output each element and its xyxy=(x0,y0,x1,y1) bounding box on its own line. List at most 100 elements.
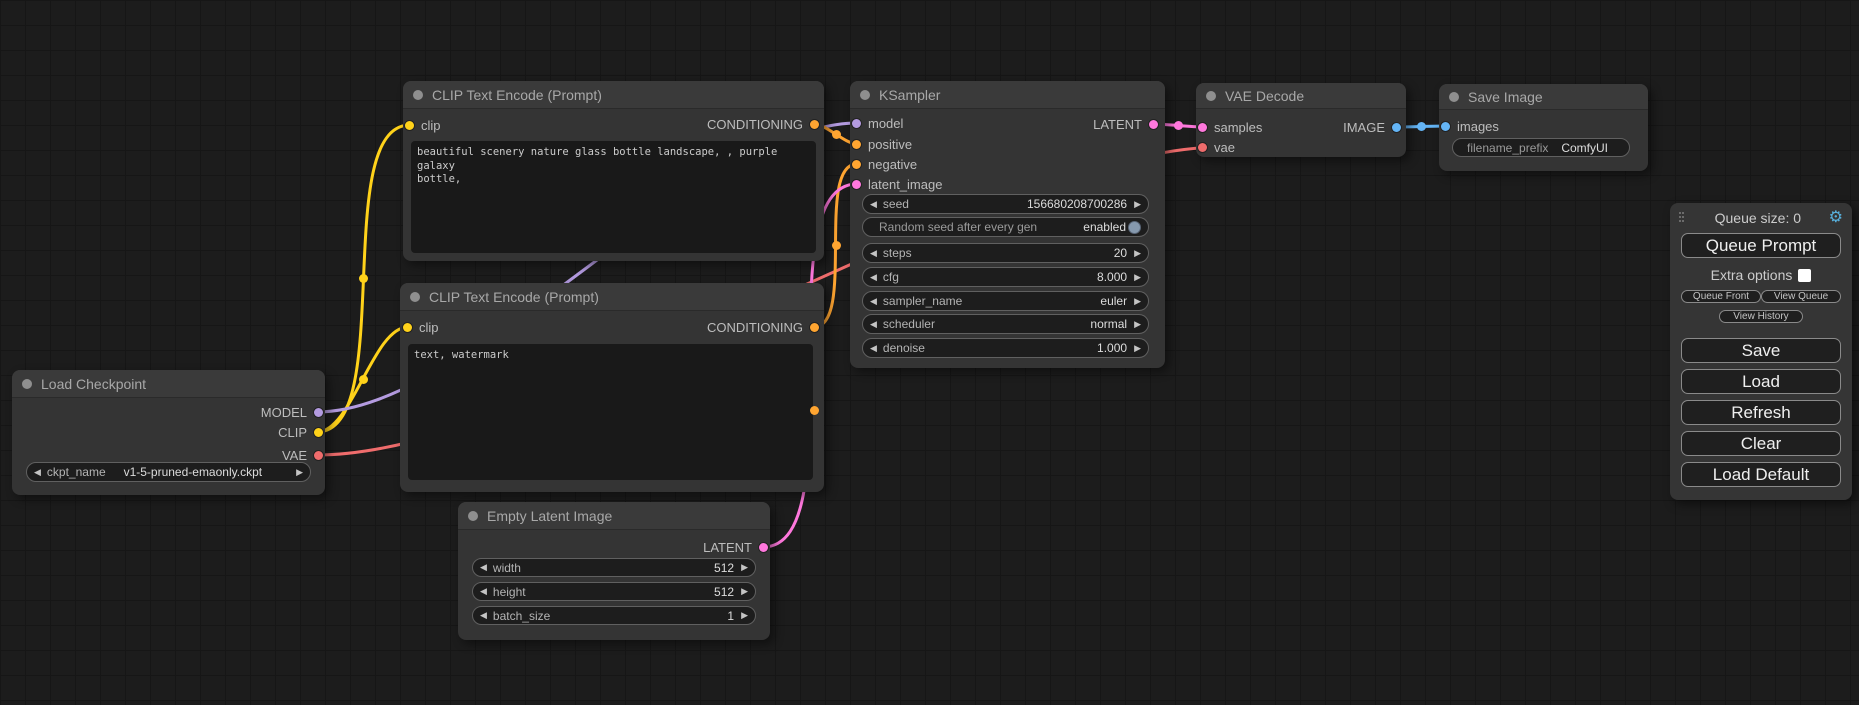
link-dot[interactable] xyxy=(1174,121,1183,130)
node-header[interactable]: CLIP Text Encode (Prompt) xyxy=(400,283,824,311)
refresh-button[interactable]: Refresh xyxy=(1681,400,1841,425)
view-queue-button[interactable]: View Queue xyxy=(1761,290,1841,303)
port-dot-conditioning[interactable] xyxy=(852,160,861,169)
load-default-button[interactable]: Load Default xyxy=(1681,462,1841,487)
node-vae-decode[interactable]: VAE Decode samples vae IMAGE xyxy=(1196,83,1406,157)
node-ksampler[interactable]: KSampler model positive negative latent_… xyxy=(850,81,1165,368)
port-dot-latent[interactable] xyxy=(1149,120,1158,129)
increment-icon[interactable]: ▶ xyxy=(1134,344,1141,353)
decrement-icon[interactable]: ◀ xyxy=(870,320,877,329)
drag-handle-icon[interactable] xyxy=(1679,212,1687,224)
collapse-dot-icon[interactable] xyxy=(1449,92,1459,102)
node-header[interactable]: VAE Decode xyxy=(1196,83,1406,109)
sampler-name-widget[interactable]: ◀ sampler_name euler ▶ xyxy=(862,291,1149,311)
output-port-conditioning[interactable]: CONDITIONING xyxy=(707,116,819,132)
node-clip-text-encode-negative[interactable]: CLIP Text Encode (Prompt) clip CONDITION… xyxy=(400,283,824,492)
view-history-button[interactable]: View History xyxy=(1719,310,1803,323)
node-empty-latent-image[interactable]: Empty Latent Image LATENT ◀ width 512 ▶ … xyxy=(458,502,770,640)
node-header[interactable]: Load Checkpoint xyxy=(12,370,325,398)
queue-prompt-button[interactable]: Queue Prompt xyxy=(1681,233,1841,258)
input-port-clip[interactable]: clip xyxy=(403,319,439,335)
increment-icon[interactable]: ▶ xyxy=(1134,297,1141,306)
port-dot-latent[interactable] xyxy=(759,543,768,552)
width-widget[interactable]: ◀ width 512 ▶ xyxy=(472,558,756,577)
input-port-model[interactable]: model xyxy=(852,115,903,131)
positive-prompt-textarea[interactable]: beautiful scenery nature glass bottle la… xyxy=(411,141,816,253)
collapse-dot-icon[interactable] xyxy=(413,90,423,100)
node-load-checkpoint[interactable]: Load Checkpoint MODEL CLIP VAE ◀ ckpt_na… xyxy=(12,370,325,495)
port-dot-image[interactable] xyxy=(1392,123,1401,132)
port-dot-latent[interactable] xyxy=(1198,123,1207,132)
increment-icon[interactable]: ▶ xyxy=(1134,320,1141,329)
output-port-latent[interactable]: LATENT xyxy=(1093,116,1158,132)
input-port-negative[interactable]: negative xyxy=(852,156,917,172)
input-port-latent-image[interactable]: latent_image xyxy=(852,176,942,192)
input-port-samples[interactable]: samples xyxy=(1198,119,1262,135)
denoise-widget[interactable]: ◀ denoise 1.000 ▶ xyxy=(862,338,1149,358)
port-dot-model[interactable] xyxy=(314,408,323,417)
node-header[interactable]: KSampler xyxy=(850,81,1165,109)
link-dot[interactable] xyxy=(832,130,841,139)
node-graph-canvas[interactable]: Load Checkpoint MODEL CLIP VAE ◀ ckpt_na… xyxy=(0,0,1859,705)
height-widget[interactable]: ◀ height 512 ▶ xyxy=(472,582,756,601)
collapse-dot-icon[interactable] xyxy=(1206,91,1216,101)
increment-icon[interactable]: ▶ xyxy=(296,468,303,477)
save-button[interactable]: Save xyxy=(1681,338,1841,363)
extra-options-checkbox[interactable] xyxy=(1798,269,1811,282)
node-header[interactable]: CLIP Text Encode (Prompt) xyxy=(403,81,824,109)
filename-prefix-widget[interactable]: filename_prefix ComfyUI xyxy=(1452,138,1630,157)
link-dot[interactable] xyxy=(359,274,368,283)
random-seed-toggle-widget[interactable]: Random seed after every gen enabled xyxy=(862,217,1149,237)
load-button[interactable]: Load xyxy=(1681,369,1841,394)
output-port-conditioning[interactable]: CONDITIONING xyxy=(707,319,819,335)
input-port-images[interactable]: images xyxy=(1441,118,1499,134)
increment-icon[interactable]: ▶ xyxy=(1134,249,1141,258)
decrement-icon[interactable]: ◀ xyxy=(870,344,877,353)
clear-button[interactable]: Clear xyxy=(1681,431,1841,456)
increment-icon[interactable]: ▶ xyxy=(1134,273,1141,282)
decrement-icon[interactable]: ◀ xyxy=(870,273,877,282)
collapse-dot-icon[interactable] xyxy=(22,379,32,389)
port-dot-clip[interactable] xyxy=(403,323,412,332)
cfg-widget[interactable]: ◀ cfg 8.000 ▶ xyxy=(862,267,1149,287)
link-dot[interactable] xyxy=(1417,122,1426,131)
increment-icon[interactable]: ▶ xyxy=(741,587,748,596)
port-dot-vae[interactable] xyxy=(1198,143,1207,152)
decrement-icon[interactable]: ◀ xyxy=(870,200,877,209)
increment-icon[interactable]: ▶ xyxy=(741,611,748,620)
link-dot[interactable] xyxy=(359,375,368,384)
node-header[interactable]: Save Image xyxy=(1439,84,1648,110)
port-dot-latent[interactable] xyxy=(852,180,861,189)
decrement-icon[interactable]: ◀ xyxy=(870,249,877,258)
port-dot-image[interactable] xyxy=(1441,122,1450,131)
port-dot-clip[interactable] xyxy=(405,121,414,130)
decrement-icon[interactable]: ◀ xyxy=(480,563,487,572)
input-port-positive[interactable]: positive xyxy=(852,136,912,152)
link-dot[interactable] xyxy=(832,241,841,250)
increment-icon[interactable]: ▶ xyxy=(1134,200,1141,209)
port-dot-clip[interactable] xyxy=(314,428,323,437)
output-port-image[interactable]: IMAGE xyxy=(1343,119,1401,135)
collapse-dot-icon[interactable] xyxy=(410,292,420,302)
toggle-circle-icon[interactable] xyxy=(1128,221,1141,234)
gear-icon[interactable]: ⚙ xyxy=(1829,210,1843,226)
output-port-model[interactable]: MODEL xyxy=(261,404,323,420)
output-port-vae[interactable]: VAE xyxy=(282,447,323,463)
steps-widget[interactable]: ◀ steps 20 ▶ xyxy=(862,243,1149,263)
port-dot-vae[interactable] xyxy=(314,451,323,460)
queue-front-button[interactable]: Queue Front xyxy=(1681,290,1761,303)
port-dot-conditioning[interactable] xyxy=(810,120,819,129)
increment-icon[interactable]: ▶ xyxy=(741,563,748,572)
collapse-dot-icon[interactable] xyxy=(468,511,478,521)
decrement-icon[interactable]: ◀ xyxy=(480,611,487,620)
input-port-vae[interactable]: vae xyxy=(1198,139,1235,155)
decrement-icon[interactable]: ◀ xyxy=(480,587,487,596)
negative-prompt-textarea[interactable]: text, watermark xyxy=(408,344,813,480)
node-header[interactable]: Empty Latent Image xyxy=(458,502,770,530)
collapse-dot-icon[interactable] xyxy=(860,90,870,100)
ckpt-name-widget[interactable]: ◀ ckpt_name v1-5-pruned-emaonly.ckpt ▶ xyxy=(26,462,311,482)
decrement-icon[interactable]: ◀ xyxy=(870,297,877,306)
port-dot-conditioning[interactable] xyxy=(852,140,861,149)
port-dot-conditioning[interactable] xyxy=(810,323,819,332)
port-dot-model[interactable] xyxy=(852,119,861,128)
